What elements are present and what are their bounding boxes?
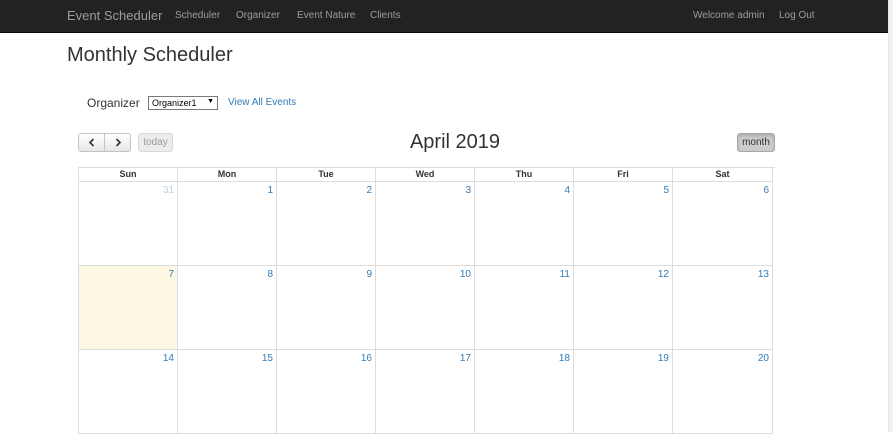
day-number: 11	[559, 269, 570, 280]
nav-link-event-nature[interactable]: Event Nature	[297, 10, 355, 21]
day-number: 18	[558, 353, 570, 364]
prev-month-button[interactable]	[78, 133, 105, 152]
day-number: 1	[267, 185, 273, 196]
day-number: 4	[564, 185, 570, 196]
day-number: 8	[267, 269, 273, 280]
day-cell[interactable]: 9	[277, 266, 376, 350]
day-cell[interactable]: 17	[376, 350, 475, 434]
weekday-header: Fri	[574, 168, 673, 182]
today-button[interactable]: today	[138, 133, 173, 152]
day-number: 15	[261, 353, 273, 364]
weekday-header: Sun	[79, 168, 178, 182]
view-all-events-link[interactable]: View All Events	[228, 97, 296, 108]
day-cell[interactable]: 31	[79, 182, 178, 266]
day-cell[interactable]: 3	[376, 182, 475, 266]
day-cell[interactable]: 19	[574, 350, 673, 434]
day-cell[interactable]: 6	[673, 182, 773, 266]
top-navbar: Event Scheduler Scheduler Organizer Even…	[0, 0, 888, 33]
day-cell[interactable]: 11	[475, 266, 574, 350]
calendar-week-row: 31 1 2 3 4 5 6	[78, 182, 775, 266]
day-number: 16	[360, 353, 372, 364]
nav-link-clients[interactable]: Clients	[370, 10, 401, 21]
calendar-week-row: 14 15 16 17 18 19 20	[78, 350, 775, 434]
welcome-user: Welcome admin	[693, 10, 765, 21]
day-cell[interactable]: 15	[178, 350, 277, 434]
organizer-label: Organizer	[87, 96, 140, 110]
day-number: 5	[663, 185, 669, 196]
day-cell[interactable]: 12	[574, 266, 673, 350]
day-cell[interactable]: 10	[376, 266, 475, 350]
day-number: 6	[763, 185, 769, 196]
weekday-header: Tue	[277, 168, 376, 182]
day-cell[interactable]: 18	[475, 350, 574, 434]
day-cell[interactable]: 1	[178, 182, 277, 266]
weekday-header: Thu	[475, 168, 574, 182]
day-number: 7	[168, 269, 174, 280]
day-number: 9	[366, 269, 372, 280]
day-number: 14	[162, 353, 174, 364]
day-number: 12	[657, 269, 669, 280]
calendar-title: April 2019	[409, 131, 501, 153]
nav-link-organizer[interactable]: Organizer	[236, 10, 280, 21]
weekday-header: Wed	[376, 168, 475, 182]
month-calendar-grid: Sun Mon Tue Wed Thu Fri Sat 31 1 2 3 4 5…	[78, 167, 775, 434]
calendar-week-row: 7 8 9 10 11 12 13	[78, 266, 775, 350]
dropdown-arrow-icon: ▼	[207, 98, 214, 105]
weekday-header: Sat	[673, 168, 773, 182]
weekday-header: Mon	[178, 168, 277, 182]
organizer-selected-value: Organizer1	[152, 98, 197, 108]
day-cell[interactable]: 16	[277, 350, 376, 434]
day-number: 10	[459, 269, 471, 280]
brand-link[interactable]: Event Scheduler	[67, 8, 162, 23]
day-cell[interactable]: 20	[673, 350, 773, 434]
day-number: 3	[465, 185, 471, 196]
day-number: 13	[757, 269, 769, 280]
day-number: 2	[366, 185, 372, 196]
nav-link-scheduler[interactable]: Scheduler	[175, 10, 220, 21]
day-cell-today[interactable]: 7	[79, 266, 178, 350]
day-cell[interactable]: 2	[277, 182, 376, 266]
chevron-left-icon	[88, 138, 94, 147]
day-cell[interactable]: 14	[79, 350, 178, 434]
month-view-button[interactable]: month	[737, 133, 775, 152]
day-cell[interactable]: 4	[475, 182, 574, 266]
day-number: 20	[757, 353, 769, 364]
day-number: 31	[162, 185, 174, 196]
page-scrollbar[interactable]	[888, 0, 893, 432]
page-title: Monthly Scheduler	[67, 44, 233, 66]
day-cell[interactable]: 13	[673, 266, 773, 350]
day-cell[interactable]: 5	[574, 182, 673, 266]
weekday-header-row: Sun Mon Tue Wed Thu Fri Sat	[78, 167, 775, 182]
logout-link[interactable]: Log Out	[779, 10, 815, 21]
organizer-select[interactable]: Organizer1 ▼	[148, 96, 218, 110]
day-number: 17	[459, 353, 471, 364]
chevron-right-icon	[115, 138, 121, 147]
day-number: 19	[657, 353, 669, 364]
day-cell[interactable]: 8	[178, 266, 277, 350]
next-month-button[interactable]	[104, 133, 131, 152]
